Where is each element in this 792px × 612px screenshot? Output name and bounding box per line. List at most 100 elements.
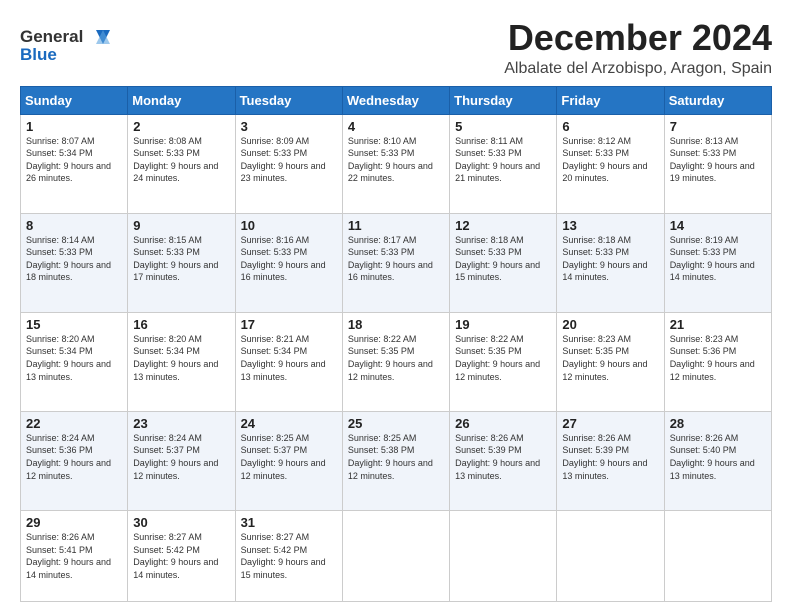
- calendar-cell: 4Sunrise: 8:10 AM Sunset: 5:33 PM Daylig…: [342, 114, 449, 213]
- calendar-cell: 11Sunrise: 8:17 AM Sunset: 5:33 PM Dayli…: [342, 213, 449, 312]
- calendar-cell: 18Sunrise: 8:22 AM Sunset: 5:35 PM Dayli…: [342, 312, 449, 411]
- day-info: Sunrise: 8:22 AM Sunset: 5:35 PM Dayligh…: [348, 333, 444, 383]
- calendar-cell: 2Sunrise: 8:08 AM Sunset: 5:33 PM Daylig…: [128, 114, 235, 213]
- day-info: Sunrise: 8:09 AM Sunset: 5:33 PM Dayligh…: [241, 135, 337, 185]
- column-header-sunday: Sunday: [21, 86, 128, 114]
- day-number: 30: [133, 515, 229, 530]
- day-info: Sunrise: 8:20 AM Sunset: 5:34 PM Dayligh…: [26, 333, 122, 383]
- day-number: 26: [455, 416, 551, 431]
- day-number: 8: [26, 218, 122, 233]
- day-info: Sunrise: 8:18 AM Sunset: 5:33 PM Dayligh…: [562, 234, 658, 284]
- day-number: 18: [348, 317, 444, 332]
- calendar-cell: 30Sunrise: 8:27 AM Sunset: 5:42 PM Dayli…: [128, 510, 235, 601]
- calendar-cell: 16Sunrise: 8:20 AM Sunset: 5:34 PM Dayli…: [128, 312, 235, 411]
- calendar-cell: 10Sunrise: 8:16 AM Sunset: 5:33 PM Dayli…: [235, 213, 342, 312]
- header: General Blue December 2024 Albalate del …: [20, 18, 772, 78]
- calendar-cell: 21Sunrise: 8:23 AM Sunset: 5:36 PM Dayli…: [664, 312, 771, 411]
- day-info: Sunrise: 8:27 AM Sunset: 5:42 PM Dayligh…: [133, 531, 229, 581]
- calendar-cell: 22Sunrise: 8:24 AM Sunset: 5:36 PM Dayli…: [21, 411, 128, 510]
- day-number: 15: [26, 317, 122, 332]
- day-number: 4: [348, 119, 444, 134]
- day-info: Sunrise: 8:08 AM Sunset: 5:33 PM Dayligh…: [133, 135, 229, 185]
- day-info: Sunrise: 8:11 AM Sunset: 5:33 PM Dayligh…: [455, 135, 551, 185]
- day-number: 27: [562, 416, 658, 431]
- column-header-monday: Monday: [128, 86, 235, 114]
- day-info: Sunrise: 8:18 AM Sunset: 5:33 PM Dayligh…: [455, 234, 551, 284]
- calendar-page: General Blue December 2024 Albalate del …: [0, 0, 792, 612]
- calendar-body: 1Sunrise: 8:07 AM Sunset: 5:34 PM Daylig…: [21, 114, 772, 601]
- day-number: 1: [26, 119, 122, 134]
- calendar-cell: 15Sunrise: 8:20 AM Sunset: 5:34 PM Dayli…: [21, 312, 128, 411]
- calendar-cell: 28Sunrise: 8:26 AM Sunset: 5:40 PM Dayli…: [664, 411, 771, 510]
- svg-text:General: General: [20, 27, 83, 46]
- calendar-cell: 23Sunrise: 8:24 AM Sunset: 5:37 PM Dayli…: [128, 411, 235, 510]
- calendar-header-row: SundayMondayTuesdayWednesdayThursdayFrid…: [21, 86, 772, 114]
- title-block: December 2024 Albalate del Arzobispo, Ar…: [504, 18, 772, 78]
- calendar-cell: 8Sunrise: 8:14 AM Sunset: 5:33 PM Daylig…: [21, 213, 128, 312]
- calendar-cell: 12Sunrise: 8:18 AM Sunset: 5:33 PM Dayli…: [450, 213, 557, 312]
- calendar-cell: 5Sunrise: 8:11 AM Sunset: 5:33 PM Daylig…: [450, 114, 557, 213]
- day-info: Sunrise: 8:24 AM Sunset: 5:37 PM Dayligh…: [133, 432, 229, 482]
- calendar-cell: 14Sunrise: 8:19 AM Sunset: 5:33 PM Dayli…: [664, 213, 771, 312]
- calendar-cell: 9Sunrise: 8:15 AM Sunset: 5:33 PM Daylig…: [128, 213, 235, 312]
- day-info: Sunrise: 8:16 AM Sunset: 5:33 PM Dayligh…: [241, 234, 337, 284]
- calendar-cell: [450, 510, 557, 601]
- day-number: 11: [348, 218, 444, 233]
- day-info: Sunrise: 8:25 AM Sunset: 5:37 PM Dayligh…: [241, 432, 337, 482]
- calendar-cell: 17Sunrise: 8:21 AM Sunset: 5:34 PM Dayli…: [235, 312, 342, 411]
- location-title: Albalate del Arzobispo, Aragon, Spain: [504, 60, 772, 78]
- day-info: Sunrise: 8:12 AM Sunset: 5:33 PM Dayligh…: [562, 135, 658, 185]
- calendar-cell: 26Sunrise: 8:26 AM Sunset: 5:39 PM Dayli…: [450, 411, 557, 510]
- calendar-week-row: 1Sunrise: 8:07 AM Sunset: 5:34 PM Daylig…: [21, 114, 772, 213]
- day-info: Sunrise: 8:24 AM Sunset: 5:36 PM Dayligh…: [26, 432, 122, 482]
- logo: General Blue: [20, 22, 110, 69]
- day-number: 17: [241, 317, 337, 332]
- day-number: 2: [133, 119, 229, 134]
- calendar-cell: 27Sunrise: 8:26 AM Sunset: 5:39 PM Dayli…: [557, 411, 664, 510]
- day-info: Sunrise: 8:23 AM Sunset: 5:36 PM Dayligh…: [670, 333, 766, 383]
- day-number: 24: [241, 416, 337, 431]
- day-number: 23: [133, 416, 229, 431]
- calendar-cell: 20Sunrise: 8:23 AM Sunset: 5:35 PM Dayli…: [557, 312, 664, 411]
- calendar-cell: 1Sunrise: 8:07 AM Sunset: 5:34 PM Daylig…: [21, 114, 128, 213]
- day-number: 31: [241, 515, 337, 530]
- day-info: Sunrise: 8:14 AM Sunset: 5:33 PM Dayligh…: [26, 234, 122, 284]
- column-header-tuesday: Tuesday: [235, 86, 342, 114]
- day-number: 14: [670, 218, 766, 233]
- day-info: Sunrise: 8:26 AM Sunset: 5:39 PM Dayligh…: [562, 432, 658, 482]
- day-info: Sunrise: 8:10 AM Sunset: 5:33 PM Dayligh…: [348, 135, 444, 185]
- day-info: Sunrise: 8:22 AM Sunset: 5:35 PM Dayligh…: [455, 333, 551, 383]
- day-info: Sunrise: 8:26 AM Sunset: 5:41 PM Dayligh…: [26, 531, 122, 581]
- day-info: Sunrise: 8:21 AM Sunset: 5:34 PM Dayligh…: [241, 333, 337, 383]
- calendar-week-row: 22Sunrise: 8:24 AM Sunset: 5:36 PM Dayli…: [21, 411, 772, 510]
- calendar-week-row: 8Sunrise: 8:14 AM Sunset: 5:33 PM Daylig…: [21, 213, 772, 312]
- calendar-cell: [342, 510, 449, 601]
- day-number: 21: [670, 317, 766, 332]
- day-number: 13: [562, 218, 658, 233]
- calendar-cell: [557, 510, 664, 601]
- calendar-cell: 31Sunrise: 8:27 AM Sunset: 5:42 PM Dayli…: [235, 510, 342, 601]
- calendar-cell: 7Sunrise: 8:13 AM Sunset: 5:33 PM Daylig…: [664, 114, 771, 213]
- day-info: Sunrise: 8:19 AM Sunset: 5:33 PM Dayligh…: [670, 234, 766, 284]
- calendar-table: SundayMondayTuesdayWednesdayThursdayFrid…: [20, 86, 772, 602]
- day-number: 12: [455, 218, 551, 233]
- calendar-cell: 29Sunrise: 8:26 AM Sunset: 5:41 PM Dayli…: [21, 510, 128, 601]
- calendar-cell: 13Sunrise: 8:18 AM Sunset: 5:33 PM Dayli…: [557, 213, 664, 312]
- day-info: Sunrise: 8:17 AM Sunset: 5:33 PM Dayligh…: [348, 234, 444, 284]
- day-number: 3: [241, 119, 337, 134]
- day-info: Sunrise: 8:23 AM Sunset: 5:35 PM Dayligh…: [562, 333, 658, 383]
- calendar-week-row: 15Sunrise: 8:20 AM Sunset: 5:34 PM Dayli…: [21, 312, 772, 411]
- day-number: 10: [241, 218, 337, 233]
- day-info: Sunrise: 8:26 AM Sunset: 5:40 PM Dayligh…: [670, 432, 766, 482]
- day-number: 29: [26, 515, 122, 530]
- calendar-cell: 3Sunrise: 8:09 AM Sunset: 5:33 PM Daylig…: [235, 114, 342, 213]
- day-number: 25: [348, 416, 444, 431]
- day-number: 19: [455, 317, 551, 332]
- day-number: 22: [26, 416, 122, 431]
- day-number: 9: [133, 218, 229, 233]
- day-info: Sunrise: 8:15 AM Sunset: 5:33 PM Dayligh…: [133, 234, 229, 284]
- day-number: 5: [455, 119, 551, 134]
- day-number: 20: [562, 317, 658, 332]
- day-info: Sunrise: 8:25 AM Sunset: 5:38 PM Dayligh…: [348, 432, 444, 482]
- calendar-week-row: 29Sunrise: 8:26 AM Sunset: 5:41 PM Dayli…: [21, 510, 772, 601]
